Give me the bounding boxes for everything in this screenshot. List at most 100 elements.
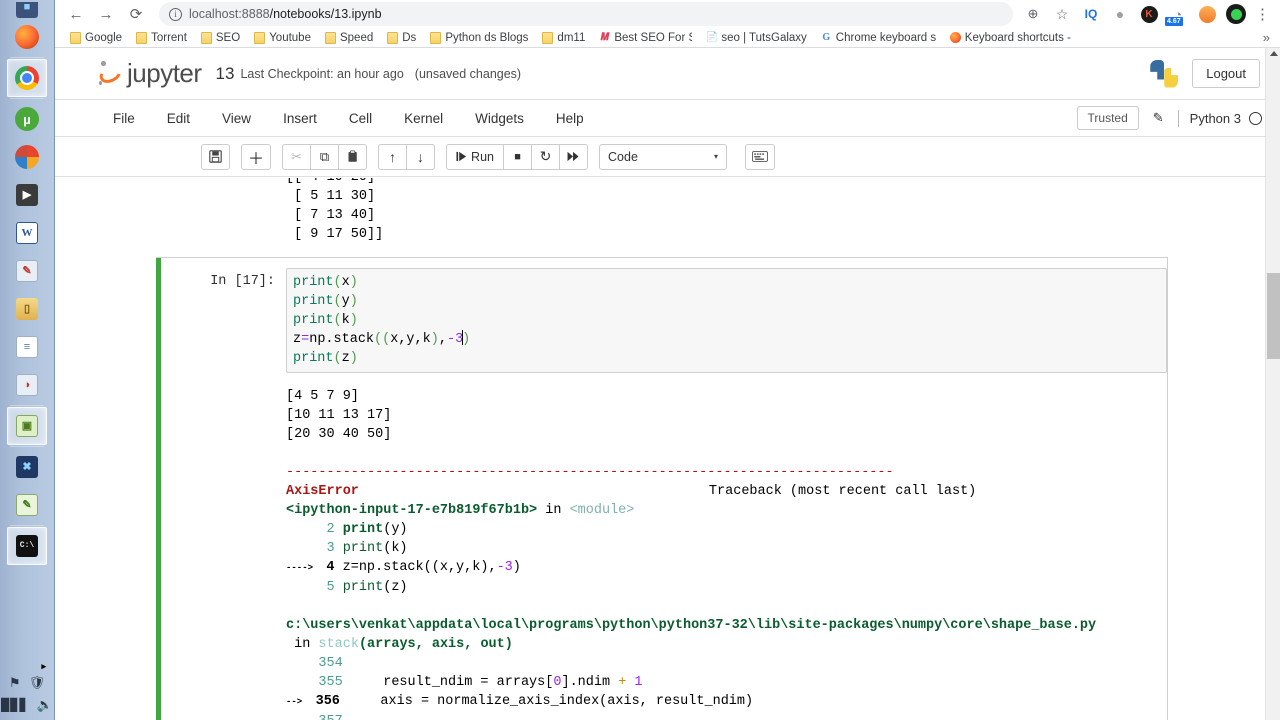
taskbar-item-paint[interactable]: ✎ xyxy=(7,252,47,290)
code-cell-selected[interactable]: In [17]: print(x) print(y) print(k) z=np… xyxy=(156,257,1168,720)
taskbar-item-ccleaner[interactable] xyxy=(7,138,47,176)
frame-arrow: --> xyxy=(286,697,308,707)
robot-extension-icon[interactable] xyxy=(1197,4,1217,24)
bookmarks-bar[interactable]: Google Torrent SEO Youtube Speed Ds Pyth… xyxy=(55,28,1280,48)
trusted-badge[interactable]: Trusted xyxy=(1076,106,1139,130)
network-signal-icon[interactable]: ▉▊▋ xyxy=(1,698,29,712)
bookmark-item[interactable]: Youtube xyxy=(247,31,318,44)
system-tray[interactable]: ▸ ⚑ 🛡 ▉▊▋ 🔈 xyxy=(0,661,54,720)
menu-view[interactable]: View xyxy=(206,104,267,133)
globe-extension-icon[interactable]: ● xyxy=(1110,4,1130,24)
bookmark-item[interactable]: Speed xyxy=(318,31,380,44)
iq-extension-icon[interactable]: IQ xyxy=(1081,4,1101,24)
scroll-up-arrow-icon[interactable] xyxy=(1269,51,1278,56)
show-hidden-icons-arrow[interactable]: ▸ xyxy=(41,661,46,672)
menu-insert[interactable]: Insert xyxy=(267,104,333,133)
menu-edit[interactable]: Edit xyxy=(151,104,206,133)
interrupt-kernel-button[interactable]: ■ xyxy=(503,143,533,170)
error-name: AxisError xyxy=(286,484,359,499)
taskbar-item-utorrent[interactable]: µ xyxy=(7,100,47,138)
frame-code: print(z) xyxy=(342,580,408,595)
bookmark-item[interactable]: dm11 xyxy=(535,31,592,44)
menu-widgets[interactable]: Widgets xyxy=(459,104,540,133)
taskbar-item-chrome[interactable] xyxy=(7,59,47,97)
menu-help[interactable]: Help xyxy=(540,104,600,133)
notebook-name[interactable]: 13 xyxy=(216,64,235,84)
bookmark-item[interactable]: G Chrome keyboard sh xyxy=(814,32,943,44)
kernel-name-label[interactable]: Python 3 xyxy=(1190,111,1241,126)
restart-kernel-button[interactable]: ↻ xyxy=(531,143,561,170)
bookmark-item[interactable]: Keyboard shortcuts - xyxy=(943,32,1078,44)
jupyter-toolbar[interactable]: ＋ ✂ ⧉ ↑ ↓ Run ■ ↻ Code ▾ xyxy=(55,137,1280,177)
volume-speaker-icon[interactable]: 🔈 xyxy=(37,697,53,713)
bookmark-item[interactable]: Python ds Blogs xyxy=(423,31,535,44)
bookmarks-overflow-icon[interactable]: » xyxy=(1263,30,1272,45)
edit-pencil-icon[interactable]: ✎ xyxy=(1139,110,1178,126)
folder-icon xyxy=(542,31,554,44)
reload-icon[interactable]: ⟳ xyxy=(123,1,149,27)
bookmark-item[interactable]: 𝑴 Best SEO For Small L xyxy=(592,32,699,44)
seo-meter-extension-icon[interactable]: ◔ 4.67 xyxy=(1165,4,1188,26)
taskbar-item-firefox[interactable] xyxy=(7,18,47,56)
site-info-icon[interactable]: i xyxy=(169,7,182,21)
scrollbar-thumb[interactable] xyxy=(1267,273,1280,359)
taskbar-item-sticky-notes[interactable]: ✎ xyxy=(7,486,47,524)
security-shield-icon[interactable]: 🛡 xyxy=(29,675,46,691)
traceback-code-frame-current: ----> 4 z=np.stack((x,y,k),-3) xyxy=(156,558,1167,578)
chrome-menu-icon[interactable]: ⋮ xyxy=(1255,5,1270,23)
forward-icon[interactable]: → xyxy=(93,1,119,27)
keyboard-icon xyxy=(752,151,769,162)
frame-code: print(y) xyxy=(342,522,408,537)
move-cell-down-button[interactable]: ↓ xyxy=(406,143,436,170)
cut-cell-button[interactable]: ✂ xyxy=(282,143,312,170)
save-button[interactable] xyxy=(201,143,230,170)
taskbar-item-file-explorer[interactable]: ▯ xyxy=(7,290,47,328)
word-icon: W xyxy=(16,222,38,244)
taskbar-item-overflow-top[interactable]: ■ xyxy=(7,2,47,18)
paste-cell-button[interactable] xyxy=(338,143,368,170)
logout-button[interactable]: Logout xyxy=(1192,59,1260,88)
bookmark-item[interactable]: 📄 seo | TutsGalaxy xyxy=(699,32,813,44)
jupyter-logo[interactable]: jupyter xyxy=(96,58,202,89)
menu-kernel[interactable]: Kernel xyxy=(388,104,459,133)
taskbar-item-vlc[interactable]: ▶ xyxy=(7,176,47,214)
page-scrollbar[interactable] xyxy=(1265,48,1280,720)
paint-net-icon: ◑ xyxy=(16,374,38,396)
taskbar-item-notepad[interactable]: ≡ xyxy=(7,328,47,366)
move-cell-up-button[interactable]: ↑ xyxy=(378,143,408,170)
taskbar-item-command-prompt[interactable]: C:\ xyxy=(7,527,47,565)
taskbar-item-paint-net[interactable]: ◑ xyxy=(7,366,47,404)
notebook-scroll-area[interactable]: VLR Training in KPHB [[ 4 10 20] [ 5 11 … xyxy=(55,178,1280,720)
cell-type-select[interactable]: Code ▾ xyxy=(599,143,728,170)
traceback-source-frame: 354 xyxy=(156,654,1167,673)
traceback-func-line: in stack(arrays, axis, out) xyxy=(156,635,1167,654)
menu-file[interactable]: File xyxy=(97,104,151,133)
paint-icon: ✎ xyxy=(16,260,38,282)
run-button[interactable]: Run xyxy=(446,143,505,170)
taskbar-item-notepad-plus-plus[interactable]: ▣ xyxy=(7,407,47,445)
bookmark-item[interactable]: SEO xyxy=(194,31,247,44)
action-center-flag-icon[interactable]: ⚑ xyxy=(9,675,21,691)
back-icon[interactable]: ← xyxy=(63,1,89,27)
restart-and-run-all-button[interactable] xyxy=(559,143,589,170)
open-command-palette-button[interactable] xyxy=(745,143,776,170)
bookmark-item[interactable]: Torrent xyxy=(129,31,194,44)
jupyter-notebook-app: jupyter 13 Last Checkpoint: an hour ago … xyxy=(55,48,1280,720)
taskbar-item-nx[interactable]: ✖ xyxy=(7,448,47,486)
menu-cell[interactable]: Cell xyxy=(333,104,388,133)
utorrent-icon: µ xyxy=(15,107,39,131)
taskbar-item-word[interactable]: W xyxy=(7,214,47,252)
bookmark-item[interactable]: Ds xyxy=(380,31,423,44)
copy-cell-button[interactable]: ⧉ xyxy=(310,143,340,170)
jupyter-menubar[interactable]: File Edit View Insert Cell Kernel Widget… xyxy=(55,100,1280,137)
k-extension-icon[interactable]: K xyxy=(1139,4,1159,24)
windows-taskbar[interactable]: ■ µ ▶ W ✎ ▯ ≡ ◑ ▣ ✖ ✎ C:\ ▸ ⚑ 🛡 ▉▊▋ 🔈 xyxy=(0,0,55,720)
zoom-icon[interactable]: ⊕ xyxy=(1023,4,1043,24)
toolbar-group-run: Run ■ ↻ xyxy=(446,143,589,170)
insert-cell-below-button[interactable]: ＋ xyxy=(241,143,272,170)
avatar[interactable] xyxy=(1226,4,1246,24)
address-bar[interactable]: i localhost:8888/notebooks/13.ipynb xyxy=(159,2,1013,26)
bookmark-item[interactable]: Google xyxy=(63,31,129,44)
bookmark-star-icon[interactable]: ☆ xyxy=(1052,4,1072,24)
code-editor[interactable]: print(x) print(y) print(k) z=np.stack((x… xyxy=(286,268,1167,373)
